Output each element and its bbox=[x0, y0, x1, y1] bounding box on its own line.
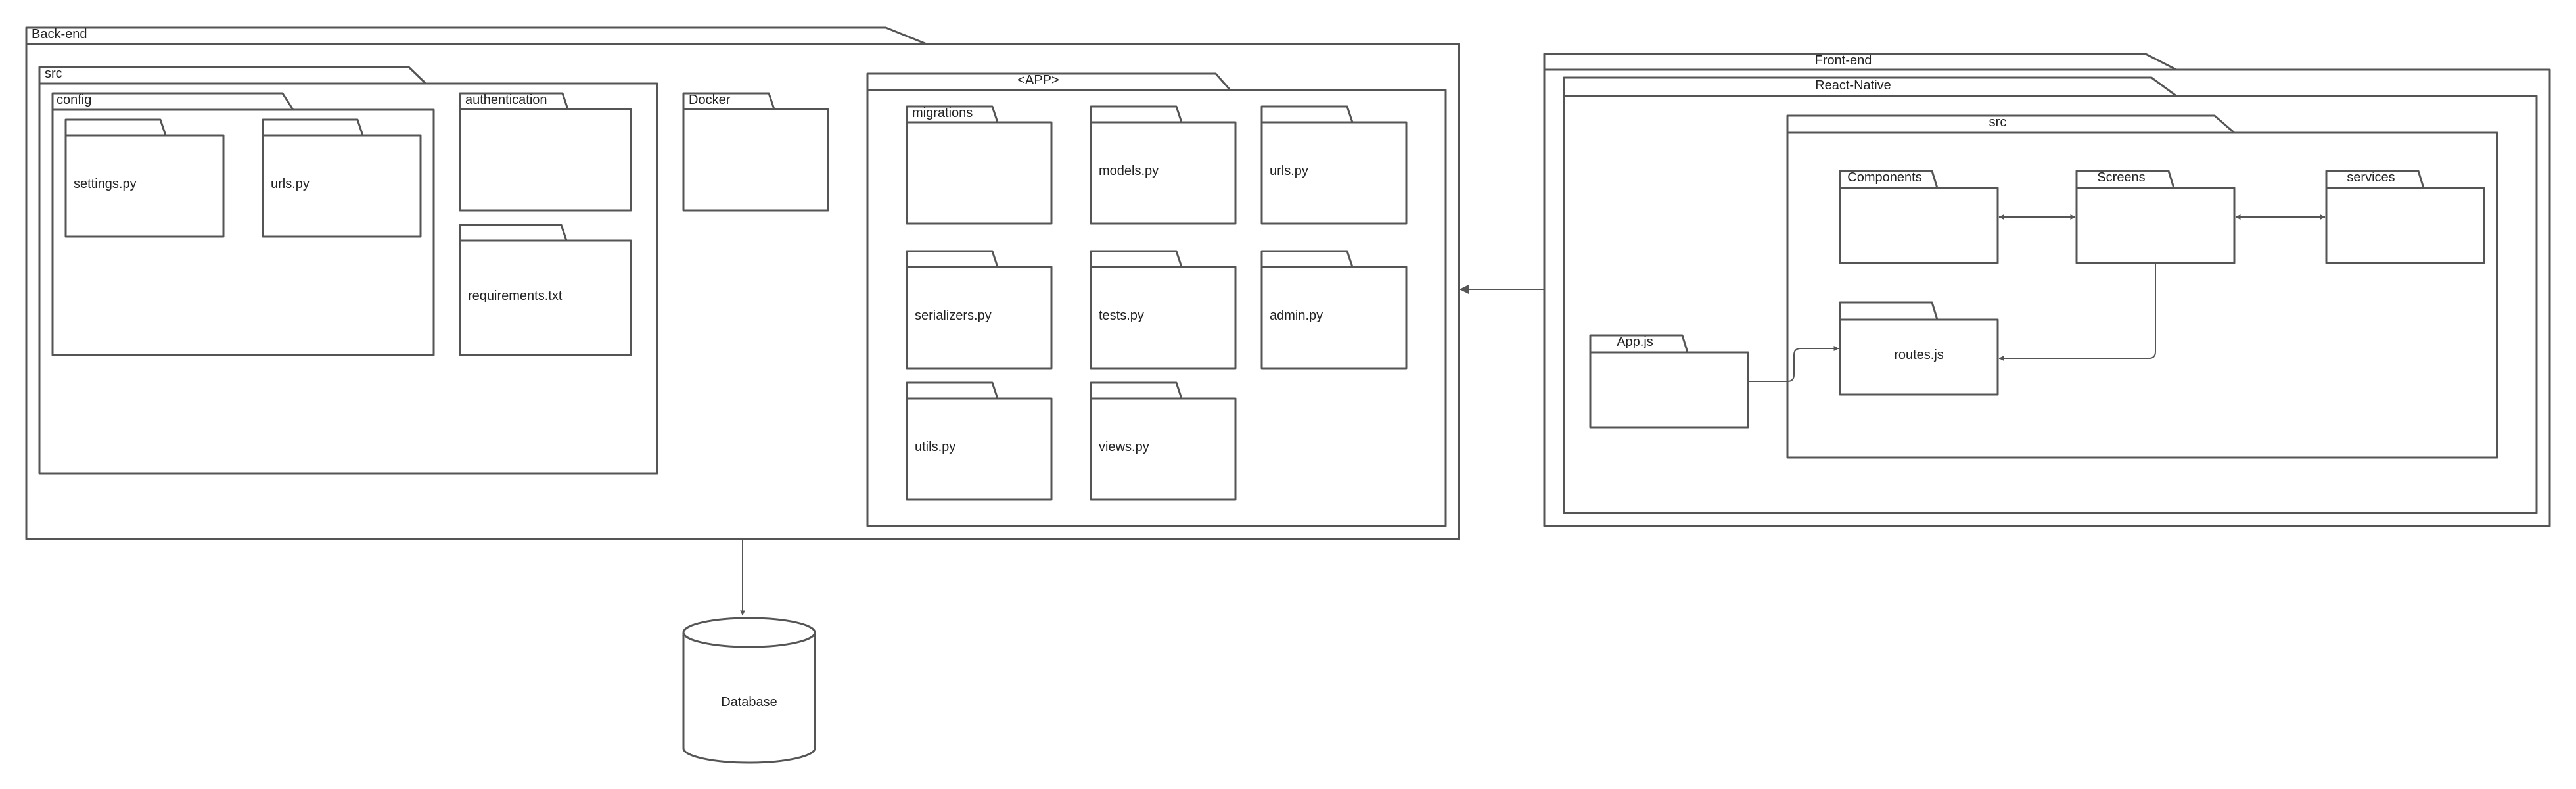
backend-src-package-label: src bbox=[45, 66, 62, 81]
app-js-package-label: App.js bbox=[1617, 335, 1653, 349]
views-py-package-label: views.py bbox=[1099, 440, 1149, 454]
migrations-package-label: migrations bbox=[912, 106, 973, 120]
admin-py-package-label: admin.py bbox=[1270, 308, 1323, 323]
serializers-py-package-label: serializers.py bbox=[915, 308, 992, 323]
config-package-label: config bbox=[57, 93, 91, 107]
admin-py-package: admin.py bbox=[1260, 250, 1408, 370]
database-label: Database bbox=[721, 695, 777, 709]
frontend-src-package-shape bbox=[1786, 114, 2498, 459]
tests-py-package: tests.py bbox=[1090, 250, 1237, 370]
settings-py-package-label: settings.py bbox=[74, 177, 137, 191]
utils-py-package-label: utils.py bbox=[915, 440, 955, 454]
authentication-package-shape bbox=[459, 92, 632, 212]
authentication-package: authentication bbox=[459, 92, 632, 212]
backend-package-label: Back-end bbox=[32, 27, 87, 41]
migrations-package: migrations bbox=[906, 105, 1053, 225]
docker-package-shape bbox=[682, 92, 829, 212]
services-package-label: services bbox=[2347, 170, 2395, 185]
frontend-src-package: src bbox=[1786, 114, 2498, 459]
tests-py-package-label: tests.py bbox=[1099, 308, 1144, 323]
settings-py-package: settings.py bbox=[64, 118, 225, 238]
config-urls-py-package-label: urls.py bbox=[271, 177, 310, 191]
authentication-package-label: authentication bbox=[465, 93, 547, 107]
requirements-txt-package: requirements.txt bbox=[459, 224, 632, 356]
screens-package-label: Screens bbox=[2097, 170, 2145, 185]
database-cylinder-top bbox=[682, 617, 816, 648]
database-cylinder: Database bbox=[682, 617, 816, 764]
views-py-package: views.py bbox=[1090, 381, 1237, 501]
requirements-txt-package-label: requirements.txt bbox=[468, 289, 563, 303]
models-py-package: models.py bbox=[1090, 105, 1237, 225]
docker-package: Docker bbox=[682, 92, 829, 212]
components-package-label: Components bbox=[1847, 170, 1921, 185]
frontend-package-label: Front-end bbox=[1815, 53, 1872, 68]
app-package-label: <APP> bbox=[1017, 73, 1059, 87]
serializers-py-package: serializers.py bbox=[906, 250, 1053, 370]
migrations-package-shape bbox=[906, 105, 1053, 225]
routes-js-package-label: routes.js bbox=[1894, 348, 1944, 362]
architecture-diagram: Back-end src config settings.py urls.py … bbox=[25, 26, 2551, 764]
react-native-package-label: React-Native bbox=[1815, 78, 1891, 93]
app-urls-py-package-label: urls.py bbox=[1270, 164, 1308, 178]
frontend-src-package-label: src bbox=[1989, 115, 2007, 130]
config-urls-py-package: urls.py bbox=[262, 118, 422, 238]
models-py-package-label: models.py bbox=[1099, 164, 1159, 178]
app-urls-py-package: urls.py bbox=[1260, 105, 1408, 225]
utils-py-package: utils.py bbox=[906, 381, 1053, 501]
docker-package-label: Docker bbox=[689, 93, 731, 107]
